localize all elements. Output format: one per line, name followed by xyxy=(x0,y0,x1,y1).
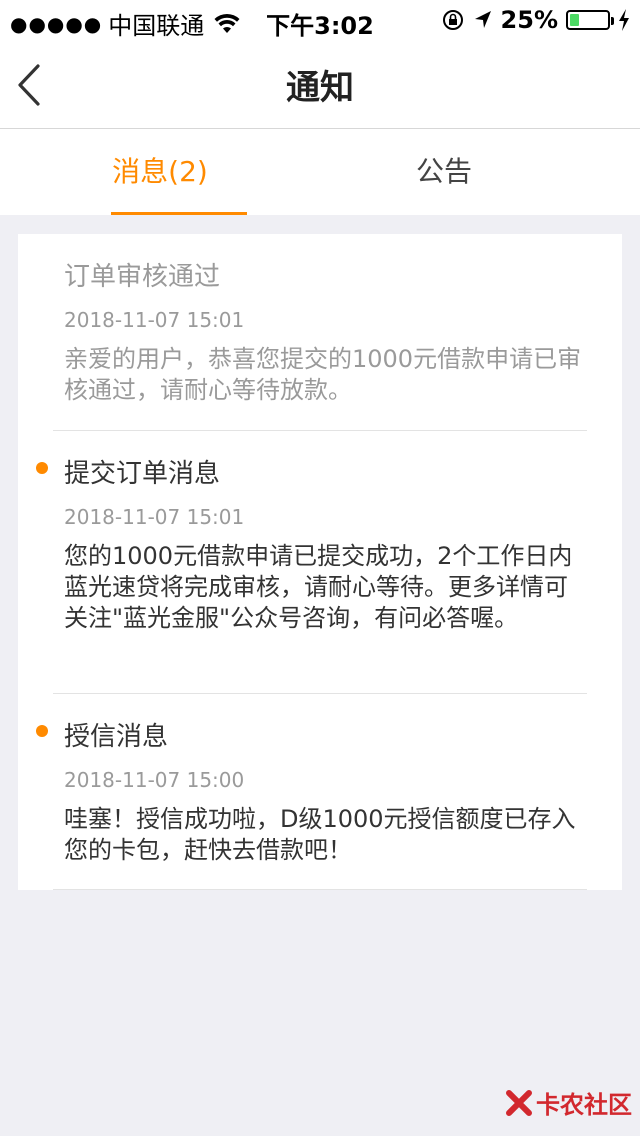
unread-dot-icon xyxy=(36,462,48,474)
message-time: 2018-11-07 15:01 xyxy=(64,308,245,332)
message-title: 订单审核通过 xyxy=(64,262,221,292)
battery-percent: 25% xyxy=(500,6,558,34)
tab-bar: 消息(2) 公告 xyxy=(0,129,640,215)
list-divider xyxy=(53,889,587,890)
list-item[interactable]: 授信消息 2018-11-07 15:00 哇塞！授信成功啦，D级1000元授信… xyxy=(18,694,622,890)
status-bar: ●●●●● 中国联通 下午3:02 25% xyxy=(0,0,640,40)
tab-announcements-label: 公告 xyxy=(415,155,472,188)
message-body: 亲爱的用户，恭喜您提交的1000元借款申请已审核通过，请耐心等待放款。 xyxy=(64,345,582,404)
message-title: 提交订单消息 xyxy=(64,459,221,489)
message-title: 授信消息 xyxy=(64,722,169,752)
tab-messages[interactable]: 消息(2) xyxy=(0,129,320,215)
orientation-lock-icon xyxy=(442,10,463,30)
page-title: 通知 xyxy=(286,68,354,108)
message-list: 订单审核通过 2018-11-07 15:01 亲爱的用户，恭喜您提交的1000… xyxy=(18,234,622,890)
message-time: 2018-11-07 15:00 xyxy=(64,768,245,792)
unread-dot-icon xyxy=(36,725,48,737)
tab-messages-label: 消息(2) xyxy=(112,155,208,188)
list-item[interactable]: 订单审核通过 2018-11-07 15:01 亲爱的用户，恭喜您提交的1000… xyxy=(18,234,622,430)
tab-active-indicator xyxy=(111,212,247,215)
navigation-bar: 通知 xyxy=(0,40,640,129)
battery-icon xyxy=(566,10,614,30)
message-body: 哇塞！授信成功啦，D级1000元授信额度已存入您的卡包，赶快去借款吧！ xyxy=(64,805,576,864)
tab-announcements[interactable]: 公告 xyxy=(284,129,604,215)
charging-bolt-icon xyxy=(619,9,629,31)
list-item[interactable]: 提交订单消息 2018-11-07 15:01 您的1000元借款申请已提交成功… xyxy=(18,431,622,693)
watermark-logo-icon xyxy=(506,1089,532,1116)
watermark-text: 卡农社区 xyxy=(536,1091,632,1119)
location-arrow-icon xyxy=(474,11,491,28)
message-time: 2018-11-07 15:01 xyxy=(64,505,245,529)
battery-fill xyxy=(570,14,579,26)
message-body: 您的1000元借款申请已提交成功，2个工作日内蓝光速贷将完成审核，请耐心等待。更… xyxy=(64,542,573,632)
watermark: 卡农社区 xyxy=(506,1085,632,1120)
status-right: 25% xyxy=(433,6,630,34)
